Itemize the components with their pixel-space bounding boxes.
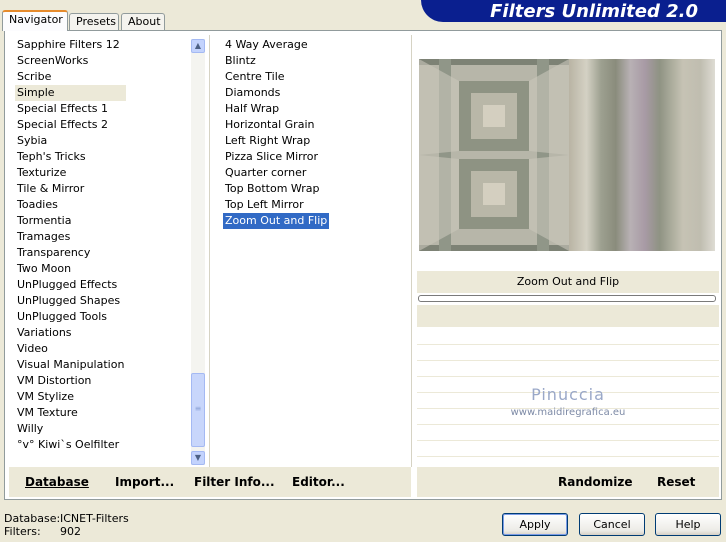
category-item[interactable]: Two Moon bbox=[15, 261, 126, 277]
filter-item[interactable]: 4 Way Average bbox=[223, 37, 329, 53]
category-item[interactable]: Tile & Mirror bbox=[15, 181, 126, 197]
category-item[interactable]: Willy bbox=[15, 421, 126, 437]
parameter-row bbox=[417, 424, 719, 425]
filter-item[interactable]: Quarter corner bbox=[223, 165, 329, 181]
randomize-button[interactable]: Randomize bbox=[558, 475, 632, 489]
editor-button[interactable]: Editor... bbox=[292, 475, 345, 489]
import-button[interactable]: Import... bbox=[115, 475, 174, 489]
category-item[interactable]: Sapphire Filters 12 bbox=[15, 37, 126, 53]
parameter-area bbox=[417, 305, 719, 327]
category-item[interactable]: Texturize bbox=[15, 165, 126, 181]
category-item[interactable]: Special Effects 1 bbox=[15, 101, 126, 117]
category-item[interactable]: Video bbox=[15, 341, 126, 357]
filter-item[interactable]: Left Right Wrap bbox=[223, 133, 329, 149]
reset-button[interactable]: Reset bbox=[657, 475, 695, 489]
divider bbox=[209, 35, 210, 467]
scroll-down-button[interactable]: ▼ bbox=[191, 451, 205, 465]
category-item[interactable]: UnPlugged Effects bbox=[15, 277, 126, 293]
tab-navigator[interactable]: Navigator bbox=[2, 10, 68, 31]
category-item[interactable]: UnPlugged Tools bbox=[15, 309, 126, 325]
category-item[interactable]: Transparency bbox=[15, 245, 126, 261]
watermark-url: www.maidiregrafica.eu bbox=[510, 407, 626, 418]
category-scrollbar[interactable]: ▲ ≡ ▼ bbox=[191, 39, 205, 465]
cancel-button[interactable]: Cancel bbox=[579, 513, 645, 536]
category-item[interactable]: VM Stylize bbox=[15, 389, 126, 405]
filter-info-button[interactable]: Filter Info... bbox=[194, 475, 275, 489]
category-item[interactable]: °v° Kiwi`s Oelfilter bbox=[15, 437, 126, 453]
preview-area: Zoom Out and Flip Pinuccia www.maidiregr… bbox=[417, 35, 719, 499]
parameter-row bbox=[417, 376, 719, 377]
filters-count: 902 bbox=[60, 525, 81, 538]
preview-caption: Zoom Out and Flip bbox=[417, 271, 719, 293]
category-item[interactable]: Special Effects 2 bbox=[15, 117, 126, 133]
category-item[interactable]: ScreenWorks bbox=[15, 53, 126, 69]
category-item[interactable]: VM Texture bbox=[15, 405, 126, 421]
tab-about[interactable]: About bbox=[121, 13, 165, 30]
category-item[interactable]: Scribe bbox=[15, 69, 126, 85]
category-item[interactable]: Simple bbox=[15, 85, 127, 101]
scroll-up-button[interactable]: ▲ bbox=[191, 39, 205, 53]
divider bbox=[411, 35, 412, 467]
filter-list[interactable]: 4 Way Average Blintz Centre Tile Diamonds Ha… bbox=[223, 37, 330, 229]
banner-title: Filters Unlimited 2.0 bbox=[490, 1, 698, 22]
filter-item[interactable]: Top Bottom Wrap bbox=[223, 181, 329, 197]
filter-item[interactable]: Diamonds bbox=[223, 85, 329, 101]
right-toolbar: Randomize Reset bbox=[417, 467, 719, 497]
help-button[interactable]: Help bbox=[655, 513, 721, 536]
category-list[interactable]: Sapphire Filters 12 ScreenWorks Scribe Simp… bbox=[15, 37, 127, 453]
apply-button[interactable]: Apply bbox=[502, 513, 568, 536]
tab-presets[interactable]: Presets bbox=[69, 13, 119, 30]
database-button[interactable]: Database bbox=[25, 475, 89, 489]
category-item[interactable]: Teph's Tricks bbox=[15, 149, 126, 165]
filter-item[interactable]: Pizza Slice Mirror bbox=[223, 149, 329, 165]
main-panel: Sapphire Filters 12 ScreenWorks Scribe Simp… bbox=[4, 30, 722, 500]
preview-image bbox=[419, 59, 715, 251]
filters-label: Filters: bbox=[4, 525, 41, 538]
filter-item[interactable]: Horizontal Grain bbox=[223, 117, 329, 133]
category-item[interactable]: Tormentia bbox=[15, 213, 126, 229]
category-item[interactable]: VM Distortion bbox=[15, 373, 126, 389]
category-item[interactable]: Visual Manipulation bbox=[15, 357, 126, 373]
category-item[interactable]: UnPlugged Shapes bbox=[15, 293, 126, 309]
filter-item[interactable]: Centre Tile bbox=[223, 69, 329, 85]
left-toolbar: Database Import... Filter Info... Editor… bbox=[9, 467, 411, 497]
category-item[interactable]: Toadies bbox=[15, 197, 126, 213]
parameter-row bbox=[417, 456, 719, 457]
category-item[interactable]: Variations bbox=[15, 325, 126, 341]
category-item[interactable]: Sybia bbox=[15, 133, 126, 149]
database-value: ICNET-Filters bbox=[60, 512, 129, 525]
scroll-thumb[interactable]: ≡ bbox=[191, 373, 205, 447]
title-banner: Filters Unlimited 2.0 bbox=[421, 0, 726, 22]
watermark-text: Pinuccia bbox=[531, 385, 605, 404]
parameter-row bbox=[417, 360, 719, 361]
parameter-row bbox=[417, 440, 719, 441]
filter-item[interactable]: Zoom Out and Flip bbox=[223, 213, 330, 229]
parameter-row bbox=[417, 344, 719, 345]
database-label: Database: bbox=[4, 512, 61, 525]
status-area: Database:ICNET-Filters Filters: 902 bbox=[4, 512, 129, 538]
category-item[interactable]: Tramages bbox=[15, 229, 126, 245]
progress-bar bbox=[418, 295, 716, 302]
filter-item[interactable]: Half Wrap bbox=[223, 101, 329, 117]
filter-item[interactable]: Blintz bbox=[223, 53, 329, 69]
filter-item[interactable]: Top Left Mirror bbox=[223, 197, 329, 213]
